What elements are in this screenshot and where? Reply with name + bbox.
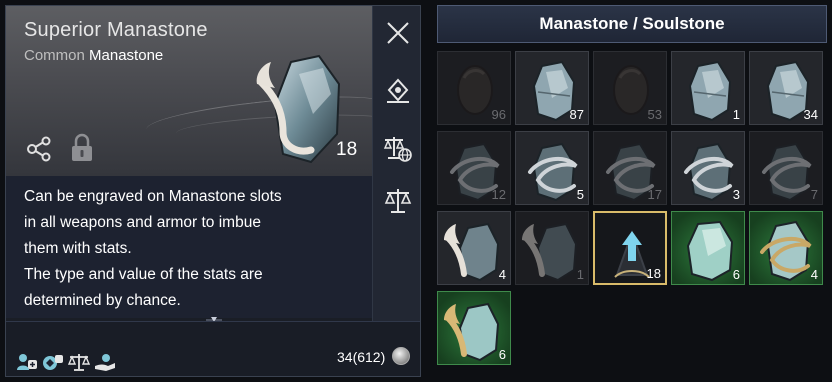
inventory-slot[interactable]: 3	[671, 131, 745, 205]
inventory-slot[interactable]: 5	[515, 131, 589, 205]
inventory-slot[interactable]: 87	[515, 51, 589, 125]
item-name: Superior Manastone	[24, 19, 208, 41]
slot-count: 17	[647, 187, 662, 202]
lock-icon[interactable]	[69, 133, 95, 163]
inventory-slot[interactable]: 1	[515, 211, 589, 285]
slot-count: 4	[810, 267, 818, 282]
description-line: determined by chance.	[24, 292, 181, 309]
coin-icon	[392, 347, 410, 365]
grid-title: Manastone / Soulstone	[437, 5, 827, 43]
slot-count: 87	[569, 107, 584, 122]
slot-count: 96	[491, 107, 506, 122]
inventory-slot[interactable]: 12	[437, 131, 511, 205]
inventory-grid-panel: Manastone / Soulstone 96 87 53 1 34 12 5…	[437, 5, 827, 377]
slot-count: 12	[491, 187, 506, 202]
description-line: in all weapons and armor to imbue	[24, 214, 261, 231]
owned-count: 34(612)	[337, 349, 386, 365]
inventory-slot[interactable]: 6	[437, 291, 511, 365]
inventory-slot[interactable]: 53	[593, 51, 667, 125]
slot-count: 5	[576, 187, 584, 202]
scale-icon[interactable]	[68, 352, 90, 372]
slot-count: 34	[803, 107, 818, 122]
share-icon[interactable]	[26, 136, 52, 162]
item-count: 18	[336, 139, 358, 160]
locate-icon[interactable]	[383, 78, 413, 108]
inventory-slot[interactable]: 1	[671, 51, 745, 125]
item-type-word: Manastone	[89, 47, 164, 64]
inventory-slot[interactable]: 4	[749, 211, 823, 285]
slot-count: 6	[498, 347, 506, 362]
scale-globe-icon[interactable]	[383, 134, 413, 164]
slot-count: 18	[646, 266, 661, 281]
item-grade-word: Common	[24, 47, 85, 64]
inventory-slot[interactable]: 17	[593, 131, 667, 205]
slot-count: 53	[647, 107, 662, 122]
item-description: Can be engraved on Manastone slots in al…	[6, 176, 372, 318]
equip-icon[interactable]	[16, 352, 38, 372]
slot-count: 4	[498, 267, 506, 282]
scale-icon[interactable]	[383, 186, 413, 216]
description-line: The type and value of the stats are	[24, 266, 263, 283]
inventory-slot[interactable]: 6	[671, 211, 745, 285]
inventory-slot[interactable]: 4	[437, 211, 511, 285]
engrave-icon[interactable]	[42, 352, 64, 372]
inventory-slot[interactable]: 18	[593, 211, 667, 285]
item-grade: Common Manastone	[24, 47, 163, 64]
inventory-slot[interactable]: 7	[749, 131, 823, 205]
hand-icon[interactable]	[94, 352, 116, 372]
item-hero: Superior Manastone Common Manastone 18	[6, 6, 372, 176]
slot-count: 7	[810, 187, 818, 202]
description-line: Can be engraved on Manastone slots	[24, 188, 282, 205]
slot-count: 6	[732, 267, 740, 282]
slot-count: 1	[576, 267, 584, 282]
close-icon[interactable]	[383, 18, 413, 48]
description-line: them with stats.	[24, 240, 132, 257]
inventory-slot[interactable]: 34	[749, 51, 823, 125]
item-detail-panel: Superior Manastone Common Manastone 18 C…	[5, 5, 421, 377]
slot-count: 3	[732, 187, 740, 202]
inventory-slot[interactable]: 96	[437, 51, 511, 125]
slot-count: 1	[732, 107, 740, 122]
